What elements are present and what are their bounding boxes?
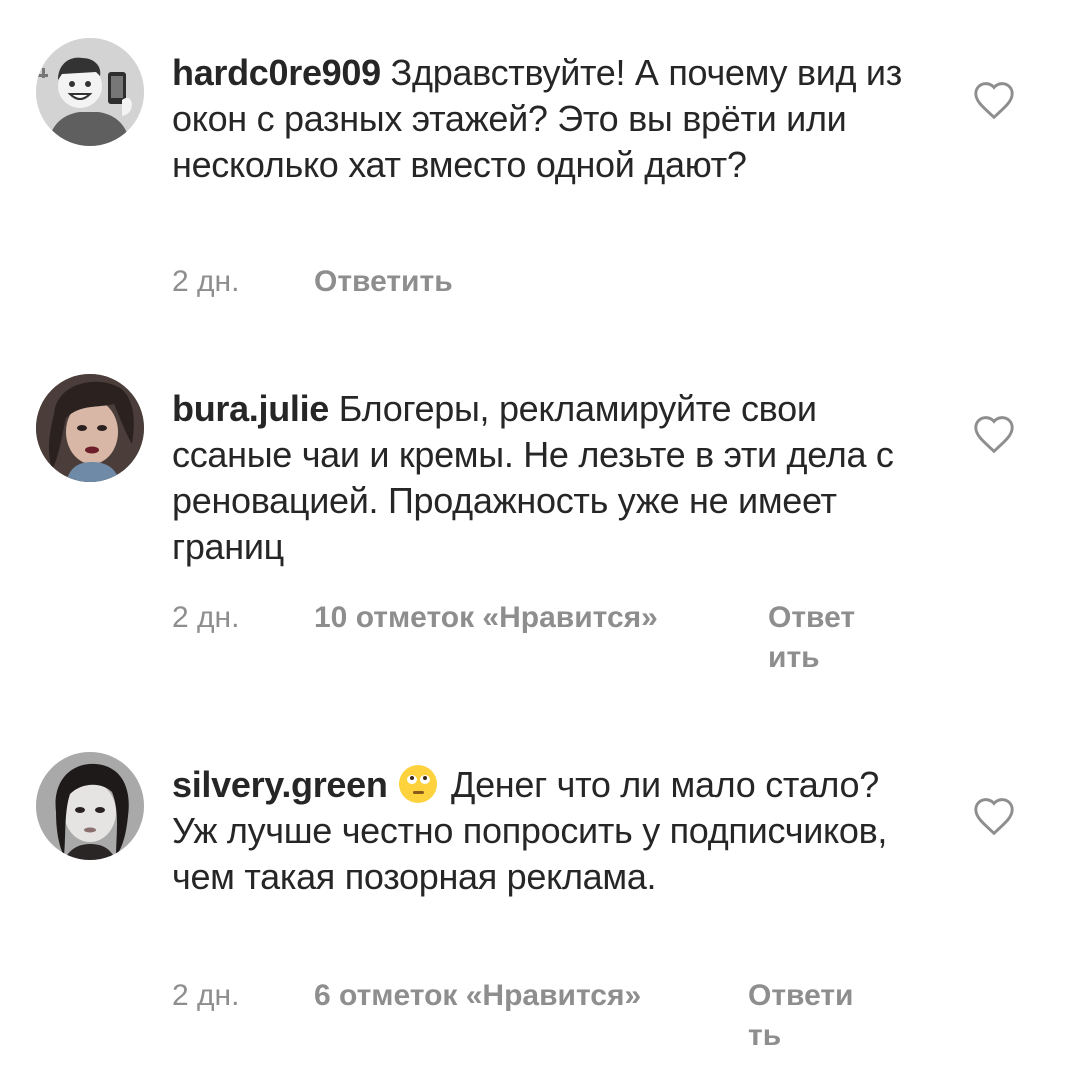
likes-count-link[interactable]: 6 отметок «Нравится»	[314, 976, 641, 1016]
reply-button[interactable]: Ответить	[768, 598, 872, 678]
comment-username[interactable]: silvery.green	[172, 764, 388, 805]
comment-timestamp: 2 дн.	[172, 265, 240, 298]
comment-body: hardc0re909 Здравствуйте! А почему вид и…	[172, 50, 932, 188]
comment-body: silvery.green Денег что ли мало стало? У…	[172, 762, 932, 900]
profile-photo-avatar-icon	[36, 374, 144, 482]
heart-outline-icon[interactable]	[972, 796, 1016, 836]
profile-photo-avatar-icon	[36, 752, 144, 860]
comment-username[interactable]: hardc0re909	[172, 52, 381, 93]
cartoon-man-selfie-avatar-icon	[36, 38, 144, 146]
reply-button[interactable]: Ответить	[748, 976, 868, 1056]
heart-outline-icon[interactable]	[972, 414, 1016, 454]
comment-username[interactable]: bura.julie	[172, 388, 329, 429]
comment-timestamp: 2 дн.	[172, 601, 240, 634]
avatar[interactable]	[36, 38, 144, 146]
face-with-rolling-eyes-emoji-icon	[399, 765, 438, 803]
likes-count-link[interactable]: 10 отметок «Нравится»	[314, 598, 658, 638]
avatar[interactable]	[36, 374, 144, 482]
reply-button[interactable]: Ответить	[314, 262, 514, 302]
comment-body: bura.julie Блогеры, рекламируйте свои сс…	[172, 386, 932, 570]
heart-outline-icon[interactable]	[972, 80, 1016, 120]
comment-timestamp: 2 дн.	[172, 979, 240, 1012]
avatar[interactable]	[36, 752, 144, 860]
